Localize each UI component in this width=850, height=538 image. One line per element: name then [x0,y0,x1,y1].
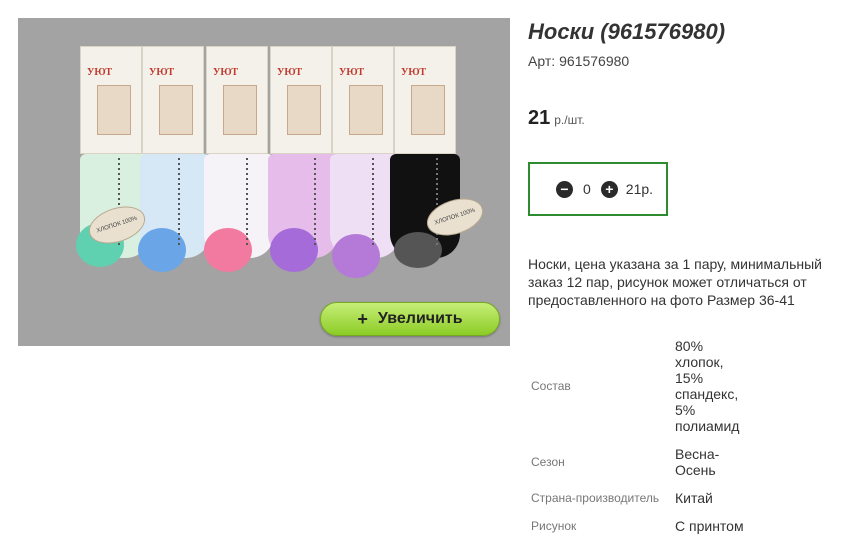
spec-key: Рисунок [531,519,577,533]
cart-total: 21р. [625,181,654,197]
plus-circle-icon[interactable]: + [600,180,618,198]
spec-value: 80% хлопок, 15% спандекс, 5% полиамид [675,338,740,434]
table-row: Рисунок С принтом [528,512,755,538]
product-sku: Арт: 961576980 [528,53,629,69]
pack-brand: УЮТ [87,67,113,78]
sku-label: Арт: [528,53,556,69]
zoom-button[interactable]: + Увеличить [320,302,500,336]
sku-value: 961576980 [559,53,630,69]
quantity-stepper: − 0 + 21р. [528,162,668,216]
price-unit: р./шт. [554,113,585,127]
spec-value: Китай [675,490,713,506]
sock-pack: УЮТ [142,46,204,154]
product-photo[interactable]: УЮТ УЮТ УЮТ УЮТ УЮТ УЮТ ХЛОПОК 100% ХЛОП… [18,18,510,346]
plus-icon: + [357,308,368,329]
spec-value: Весна-Осень [675,446,720,478]
pack-brand: УЮТ [149,67,175,78]
pack-brand: УЮТ [339,67,365,78]
spec-value: С принтом [675,518,744,534]
pack-brand: УЮТ [401,67,427,78]
spec-table: Состав 80% хлопок, 15% спандекс, 5% поли… [528,332,755,538]
sock-pack: УЮТ [332,46,394,154]
product-price: 21 р./шт. [528,107,585,130]
sock-pack: УЮТ [394,46,456,154]
price-value: 21 [528,107,551,129]
sock-pack: УЮТ [80,46,142,154]
minus-circle-icon[interactable]: − [556,180,573,198]
table-row: Сезон Весна-Осень [528,440,755,484]
spec-key: Сезон [531,455,565,469]
quantity-value: 0 [583,181,591,197]
sock-pack: УЮТ [270,46,332,154]
spec-key: Состав [531,379,571,393]
pack-brand: УЮТ [213,67,239,78]
product-title: Носки (961576980) [528,19,726,44]
spec-key: Страна-производитель [531,491,660,505]
product-description: Носки, цена указана за 1 пару, минимальн… [528,256,822,308]
pack-brand: УЮТ [277,67,303,78]
table-row: Состав 80% хлопок, 15% спандекс, 5% поли… [528,332,755,440]
zoom-button-label: Увеличить [377,310,463,327]
sock-pack: УЮТ [206,46,268,154]
table-row: Страна-производитель Китай [528,484,755,512]
